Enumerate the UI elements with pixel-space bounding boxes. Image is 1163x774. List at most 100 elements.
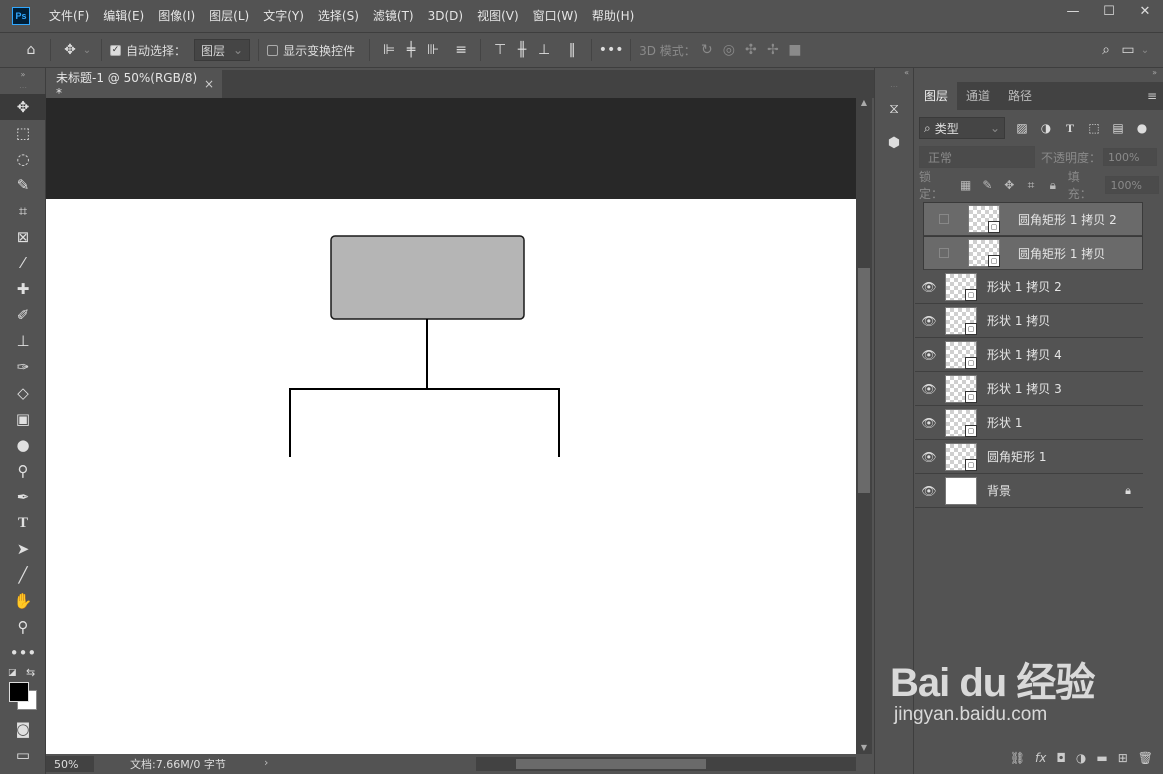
shape-layer-filter-icon[interactable]: ⬚ bbox=[1085, 119, 1103, 137]
auto-select-target-dropdown[interactable]: 图层 ⌄ bbox=[194, 39, 251, 61]
lock-all-icon[interactable]: 🔒︎ bbox=[1042, 178, 1064, 193]
scroll-down-icon[interactable]: ▼ bbox=[856, 743, 872, 752]
chevron-down-icon[interactable]: ⌄ bbox=[81, 39, 93, 61]
align-right-icon[interactable]: ⊪ bbox=[422, 39, 444, 61]
layer-row[interactable]: ▢ 圆角矩形 1 拷贝 2 bbox=[923, 202, 1143, 236]
vertical-scroll-thumb[interactable] bbox=[858, 268, 870, 493]
type-tool-icon[interactable]: T bbox=[0, 510, 46, 536]
menu-window[interactable]: 窗口(W) bbox=[526, 0, 585, 32]
horizontal-scroll-thumb[interactable] bbox=[516, 759, 706, 769]
visibility-toggle[interactable] bbox=[930, 236, 958, 270]
menu-3d[interactable]: 3D(D) bbox=[421, 0, 470, 32]
tab-layers[interactable]: 图层 bbox=[915, 82, 958, 110]
gradient-tool-icon[interactable]: ▣ bbox=[0, 406, 46, 432]
crop-tool-icon[interactable]: ⌗ bbox=[0, 198, 46, 224]
layer-row[interactable]: 👁︎ ▢ 形状 1 拷贝 2 bbox=[915, 270, 1143, 304]
lock-image-icon[interactable]: ✎ bbox=[977, 178, 999, 192]
menu-image[interactable]: 图像(I) bbox=[151, 0, 202, 32]
status-menu-arrow[interactable]: › bbox=[264, 756, 268, 769]
3d-panel-icon[interactable]: ⬢ bbox=[875, 126, 913, 160]
align-bottom-icon[interactable]: ⊥ bbox=[533, 39, 555, 61]
pixel-layer-filter-icon[interactable]: ▨ bbox=[1013, 119, 1031, 137]
tab-paths[interactable]: 路径 bbox=[999, 82, 1041, 110]
align-vcenter-icon[interactable]: ╫ bbox=[511, 39, 533, 61]
eye-icon[interactable]: 👁︎ bbox=[915, 270, 943, 304]
document-canvas[interactable] bbox=[46, 199, 856, 754]
foreground-color-swatch[interactable] bbox=[9, 682, 29, 702]
clone-stamp-tool-icon[interactable]: ⊥ bbox=[0, 328, 46, 354]
filter-kind-dropdown[interactable]: ⌕ 类型 ⌄ bbox=[919, 117, 1005, 139]
zoom-tool-icon[interactable]: ⚲ bbox=[0, 614, 46, 640]
close-tab-icon[interactable]: × bbox=[204, 77, 214, 91]
adjustment-layer-filter-icon[interactable]: ◑ bbox=[1037, 119, 1055, 137]
tab-channels[interactable]: 通道 bbox=[957, 82, 999, 110]
panel-menu-icon[interactable]: ≡ bbox=[1147, 82, 1163, 110]
marquee-tool-icon[interactable]: ⬚ bbox=[0, 120, 46, 146]
document-tab[interactable]: 未标题-1 @ 50%(RGB/8) * × bbox=[46, 70, 222, 100]
fill-field[interactable]: 100% bbox=[1105, 176, 1160, 194]
vertical-scrollbar[interactable]: ▲ ▼ bbox=[856, 98, 872, 754]
show-transform-controls-checkbox[interactable]: 显示变换控件 bbox=[267, 42, 355, 59]
menu-help[interactable]: 帮助(H) bbox=[585, 0, 641, 32]
lock-icon[interactable]: 🔒︎ bbox=[1125, 484, 1131, 498]
zoom-level[interactable]: 50% bbox=[46, 756, 94, 772]
home-icon[interactable]: ⌂ bbox=[20, 39, 42, 61]
workspace-icon[interactable]: ▭ bbox=[1117, 39, 1139, 61]
auto-select-checkbox[interactable]: ✓ 自动选择： bbox=[110, 42, 186, 59]
eraser-tool-icon[interactable]: ◇ bbox=[0, 380, 46, 406]
screen-mode-icon[interactable]: ▭ bbox=[0, 742, 46, 768]
smart-object-filter-icon[interactable]: ▤ bbox=[1109, 119, 1127, 137]
eye-icon[interactable]: 👁︎ bbox=[915, 372, 943, 406]
filter-toggle-icon[interactable]: ● bbox=[1133, 119, 1151, 137]
more-options-icon[interactable]: ••• bbox=[599, 39, 624, 61]
more-tools-icon[interactable]: ••• bbox=[0, 640, 46, 666]
menu-layer[interactable]: 图层(L) bbox=[202, 0, 256, 32]
minimize-button[interactable]: — bbox=[1055, 0, 1091, 22]
menu-type[interactable]: 文字(Y) bbox=[256, 0, 311, 32]
history-brush-tool-icon[interactable]: ✑ bbox=[0, 354, 46, 380]
color-swatches[interactable]: ◪ ⇆ bbox=[0, 666, 46, 716]
adjustment-layer-icon[interactable]: ◑ bbox=[1076, 751, 1086, 765]
fx-icon[interactable]: fx bbox=[1035, 751, 1046, 765]
new-group-icon[interactable]: ▬ bbox=[1096, 751, 1107, 765]
brush-tool-icon[interactable]: ✐ bbox=[0, 302, 46, 328]
link-layers-icon[interactable]: ⛓︎ bbox=[1010, 751, 1025, 765]
eyedropper-tool-icon[interactable]: ⁄ bbox=[0, 250, 46, 276]
default-colors-icon[interactable]: ◪ bbox=[8, 668, 17, 678]
layer-row[interactable]: 👁︎ 背景 🔒︎ bbox=[915, 474, 1143, 508]
menu-edit[interactable]: 编辑(E) bbox=[96, 0, 151, 32]
quick-select-tool-icon[interactable]: ✎ bbox=[0, 172, 46, 198]
collapse-icon[interactable]: » bbox=[0, 68, 46, 80]
eye-icon[interactable]: 👁︎ bbox=[915, 338, 943, 372]
layer-row[interactable]: ▢ 圆角矩形 1 拷贝 bbox=[923, 236, 1143, 270]
opacity-field[interactable]: 100% bbox=[1103, 148, 1158, 166]
menu-file[interactable]: 文件(F) bbox=[42, 0, 96, 32]
chevron-down-icon[interactable]: ⌄ bbox=[1139, 39, 1151, 61]
layer-row[interactable]: 👁︎ ▢ 形状 1 bbox=[915, 406, 1143, 440]
maximize-button[interactable]: ☐ bbox=[1091, 0, 1127, 22]
add-mask-icon[interactable]: ◘ bbox=[1056, 751, 1066, 765]
align-left-icon[interactable]: ⊫ bbox=[378, 39, 400, 61]
layer-row[interactable]: 👁︎ ▢ 形状 1 拷贝 3 bbox=[915, 372, 1143, 406]
layer-row[interactable]: 👁︎ ▢ 圆角矩形 1 bbox=[915, 440, 1143, 474]
align-top-icon[interactable]: ⊤ bbox=[489, 39, 511, 61]
horizontal-scrollbar[interactable] bbox=[476, 757, 856, 771]
eye-icon[interactable]: 👁︎ bbox=[915, 304, 943, 338]
history-panel-icon[interactable]: ⧖ bbox=[875, 92, 913, 126]
move-tool-icon[interactable]: ✥ bbox=[59, 39, 81, 61]
delete-layer-icon[interactable]: 🗑︎ bbox=[1138, 751, 1153, 765]
layer-row[interactable]: 👁︎ ▢ 形状 1 拷贝 bbox=[915, 304, 1143, 338]
eye-icon[interactable]: 👁︎ bbox=[915, 440, 943, 474]
line-tool-icon[interactable]: ╱ bbox=[0, 562, 46, 588]
align-hcenter-icon[interactable]: ╪ bbox=[400, 39, 422, 61]
lock-transparent-icon[interactable]: ▦ bbox=[955, 178, 977, 192]
scroll-up-icon[interactable]: ▲ bbox=[856, 98, 872, 112]
lasso-tool-icon[interactable]: ◌ bbox=[0, 146, 46, 172]
lock-position-icon[interactable]: ✥ bbox=[998, 178, 1020, 192]
eye-icon[interactable]: 👁︎ bbox=[915, 474, 943, 508]
healing-brush-tool-icon[interactable]: ✚ bbox=[0, 276, 46, 302]
blur-tool-icon[interactable]: ● bbox=[0, 432, 46, 458]
canvas-area[interactable] bbox=[46, 98, 856, 754]
type-layer-filter-icon[interactable]: T bbox=[1061, 119, 1079, 137]
menu-view[interactable]: 视图(V) bbox=[470, 0, 526, 32]
